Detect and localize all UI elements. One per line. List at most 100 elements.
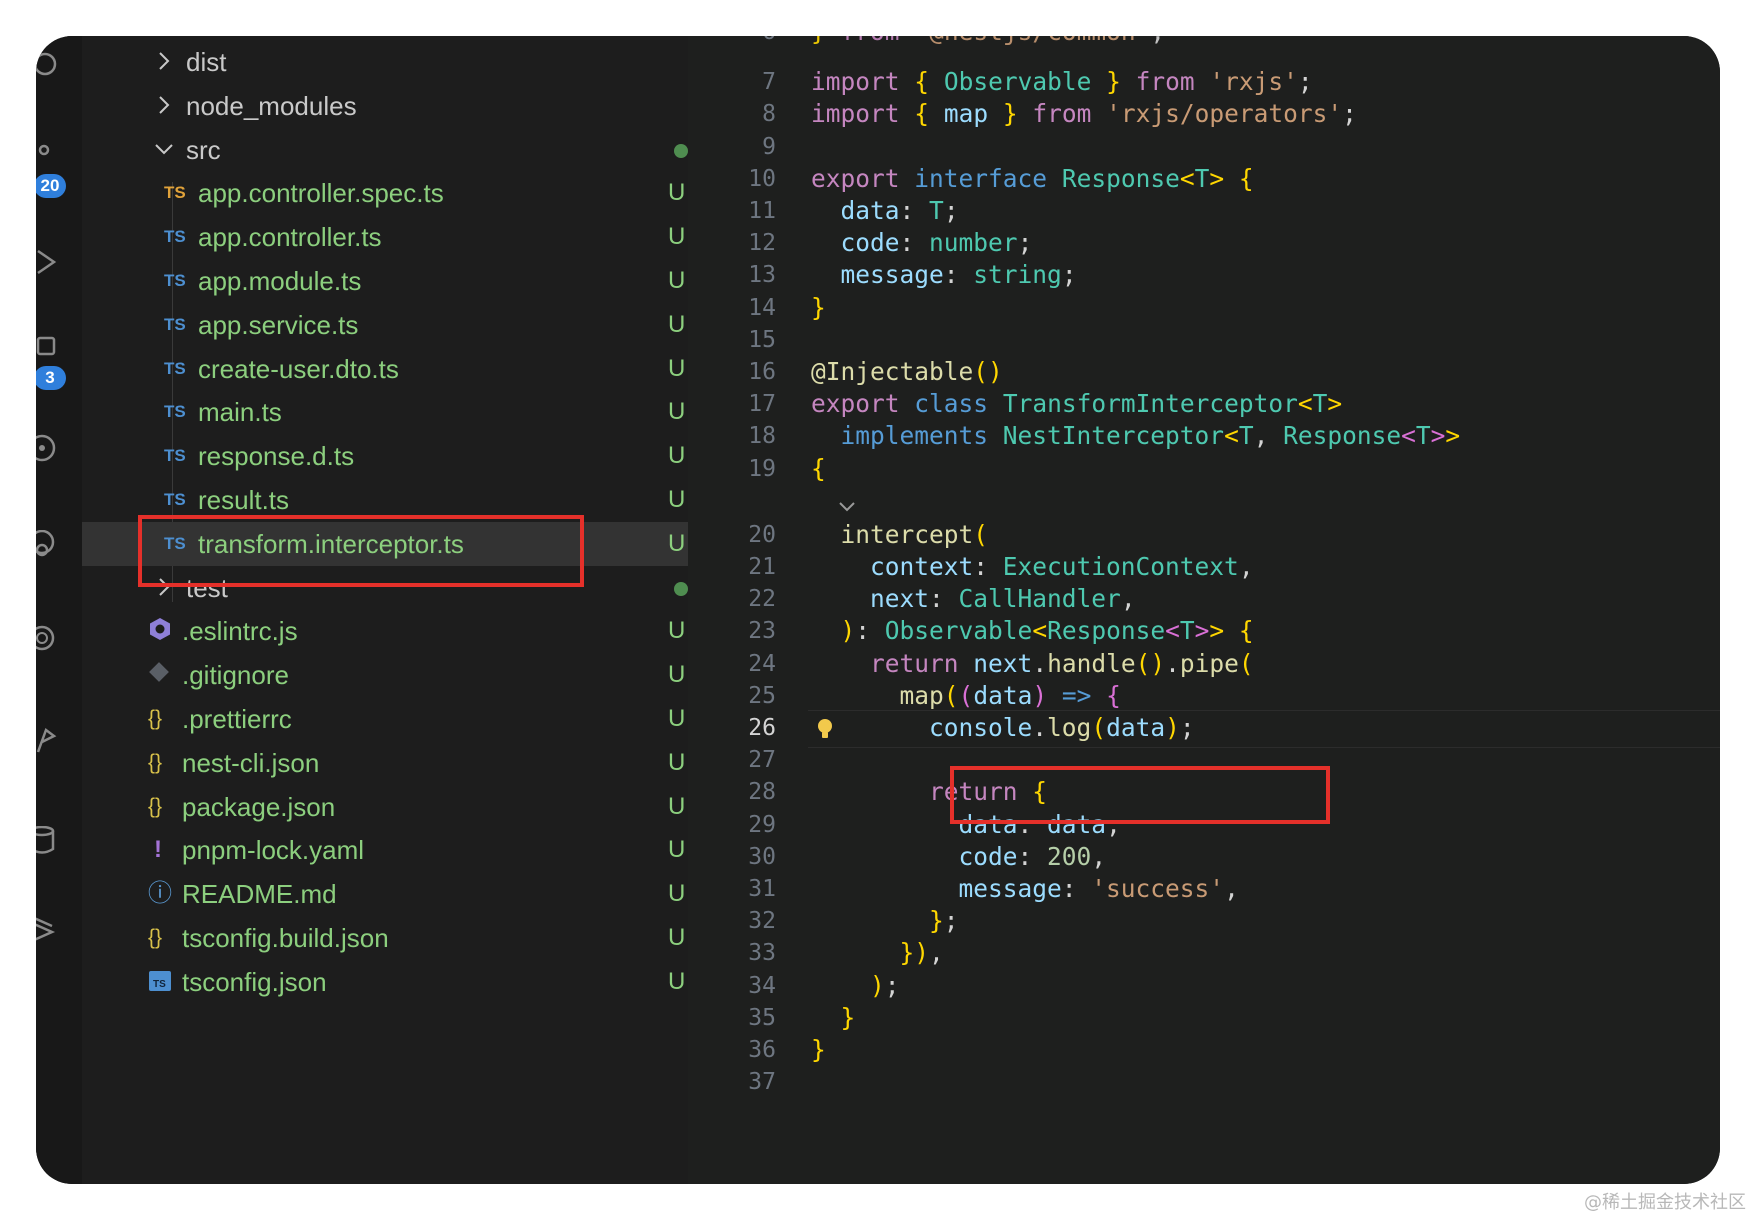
code-editor[interactable]: 6} from '@nestjs/common'; 7 import { Obser…	[688, 36, 1720, 1184]
explorer-item[interactable]: {} .prettierrc U	[82, 697, 688, 741]
explorer-item[interactable]: src	[82, 128, 688, 172]
explorer-item[interactable]: {} nest-cli.json U	[82, 741, 688, 785]
explorer-item[interactable]: node_modules	[82, 84, 688, 128]
explorer-item-label: .eslintrc.js	[182, 616, 298, 647]
explorer-item-label: app.service.ts	[198, 309, 359, 340]
code-text: @Injectable()	[811, 357, 1003, 386]
code-text: import { Observable } from 'rxjs';	[811, 67, 1313, 97]
explorer-item[interactable]: TS response.d.ts U	[82, 434, 688, 478]
code-text: }),	[899, 938, 944, 968]
search-icon[interactable]	[36, 50, 64, 78]
explorer-item[interactable]: TS tsconfig.json U	[82, 960, 688, 1004]
code-text: console.log(data);	[929, 713, 1195, 742]
explorer-item[interactable]: ! pnpm-lock.yaml U	[82, 828, 688, 872]
explorer-item[interactable]: {} tsconfig.build.json U	[82, 916, 688, 960]
typescript-file-icon: TS	[164, 490, 186, 509]
line-number: 28	[748, 779, 776, 806]
line-number: 12	[748, 230, 776, 257]
explorer-item[interactable]: TS app.service.ts U	[82, 303, 688, 347]
code-line[interactable]: 22 next: CallHandler,	[688, 581, 1720, 617]
explorer-item-label: app.controller.ts	[198, 222, 382, 253]
code-line[interactable]: 25 map((data) => {	[688, 678, 1720, 714]
source-control-icon[interactable]	[36, 142, 64, 170]
code-text: }	[811, 1035, 826, 1064]
line-number: 22	[748, 586, 776, 613]
chevron-down-icon[interactable]	[154, 134, 176, 164]
code-line[interactable]: 37	[688, 1064, 1720, 1100]
code-line[interactable]: 24 return next.handle().pipe(	[688, 646, 1720, 682]
yaml-file-icon: !	[154, 836, 162, 864]
extensions-badge: 3	[36, 366, 66, 390]
layers-icon[interactable]	[36, 916, 64, 944]
timeline-icon[interactable]	[36, 434, 64, 462]
code-line[interactable]: 9	[688, 129, 1720, 165]
explorer-item[interactable]: {} package.json U	[82, 785, 688, 829]
code-line[interactable]: 8 import { map } from 'rxjs/operators';	[688, 96, 1720, 132]
code-text: intercept(	[840, 519, 989, 549]
file-explorer: dist node_modules src TS app.controller.spec…	[82, 36, 689, 1184]
code-line[interactable]: 6} from '@nestjs/common';	[688, 36, 1720, 68]
explorer-item[interactable]: ⓘ README.md U	[82, 872, 688, 916]
git-status-badge: U	[668, 267, 686, 294]
line-number: 16	[748, 359, 776, 385]
code-line[interactable]: 34 );	[688, 968, 1720, 1004]
explorer-item[interactable]: .gitignore U	[82, 653, 688, 697]
code-line[interactable]: 26 console.log(data);	[688, 710, 1720, 748]
code-line[interactable]: 20 intercept(	[688, 517, 1720, 553]
line-number: 13	[748, 262, 776, 289]
code-line[interactable]: 12 code: number;	[688, 225, 1720, 261]
code-line[interactable]: 33 }),	[688, 935, 1720, 971]
line-number: 30	[748, 843, 776, 870]
git-status-badge: U	[668, 748, 686, 776]
explorer-item[interactable]: TS app.controller.ts U	[82, 215, 688, 259]
code-line[interactable]: 36}	[688, 1032, 1720, 1068]
explorer-item[interactable]: TS main.ts U	[82, 390, 688, 434]
annotation-box-file	[138, 515, 584, 587]
info-icon: ⓘ	[148, 880, 172, 908]
code-line[interactable]: 7 import { Observable } from 'rxjs';	[688, 64, 1720, 100]
remote-explorer-icon[interactable]	[36, 529, 64, 558]
code-text: code: number;	[840, 228, 1033, 258]
chevron-right-icon[interactable]	[154, 90, 176, 120]
code-line[interactable]: 30 code: 200,	[688, 839, 1720, 875]
explorer-item[interactable]: TS app.controller.spec.ts U	[82, 171, 688, 215]
explorer-item[interactable]: TS app.module.ts U	[82, 259, 688, 303]
testing-icon[interactable]	[36, 726, 64, 754]
code-line[interactable]: 21 context: ExecutionContext,	[688, 549, 1720, 585]
explorer-item-label: app.controller.spec.ts	[198, 178, 444, 209]
code-line[interactable]: 13 message: string;	[688, 257, 1720, 293]
svg-text:TS: TS	[153, 979, 166, 990]
code-line[interactable]: 18 implements NestInterceptor<T, Respons…	[688, 418, 1720, 454]
code-line[interactable]: 10 export interface Response<T> {	[688, 161, 1720, 197]
database-icon[interactable]	[36, 825, 64, 854]
code-line[interactable]: 23 ): Observable<Response<T>> {	[688, 613, 1720, 649]
code-line[interactable]: 32 };	[688, 903, 1720, 939]
explorer-item[interactable]: TS create-user.dto.ts U	[82, 347, 688, 391]
code-line[interactable]: 14}	[688, 290, 1720, 326]
line-number: 15	[748, 326, 776, 353]
code-line[interactable]: 15	[688, 322, 1720, 358]
code-line[interactable]: 11 data: T;	[688, 193, 1720, 229]
code-line[interactable]: 31 message: 'success',	[688, 871, 1720, 907]
explorer-item-label: node_modules	[186, 90, 357, 121]
code-line[interactable]: 16 @Injectable()	[688, 354, 1720, 390]
chevron-right-icon[interactable]	[154, 46, 176, 76]
ai-chat-icon[interactable]	[36, 624, 64, 652]
explorer-item-label: app.module.ts	[198, 266, 362, 296]
typescript-file-icon: TS	[164, 402, 186, 422]
explorer-item-label: pnpm-lock.yaml	[182, 835, 365, 866]
typescript-file-icon: TS	[164, 314, 186, 334]
code-line[interactable]: 35 }	[688, 1000, 1720, 1036]
code-line[interactable]: 17 export class TransformInterceptor<T>	[688, 386, 1720, 422]
explorer-item[interactable]: .eslintrc.js U	[82, 609, 688, 653]
explorer-item-label: nest-cli.json	[182, 747, 320, 778]
explorer-item[interactable]: dist	[82, 40, 688, 84]
git-modified-dot	[674, 581, 688, 596]
line-number: 11	[748, 198, 776, 224]
code-line[interactable]: 19 {	[688, 451, 1720, 487]
extensions-icon[interactable]	[36, 336, 64, 364]
json-file-icon: {}	[148, 794, 163, 818]
line-number: 8	[762, 101, 776, 128]
activity-bar: 20 3	[36, 36, 83, 1184]
run-debug-icon[interactable]	[36, 248, 64, 276]
